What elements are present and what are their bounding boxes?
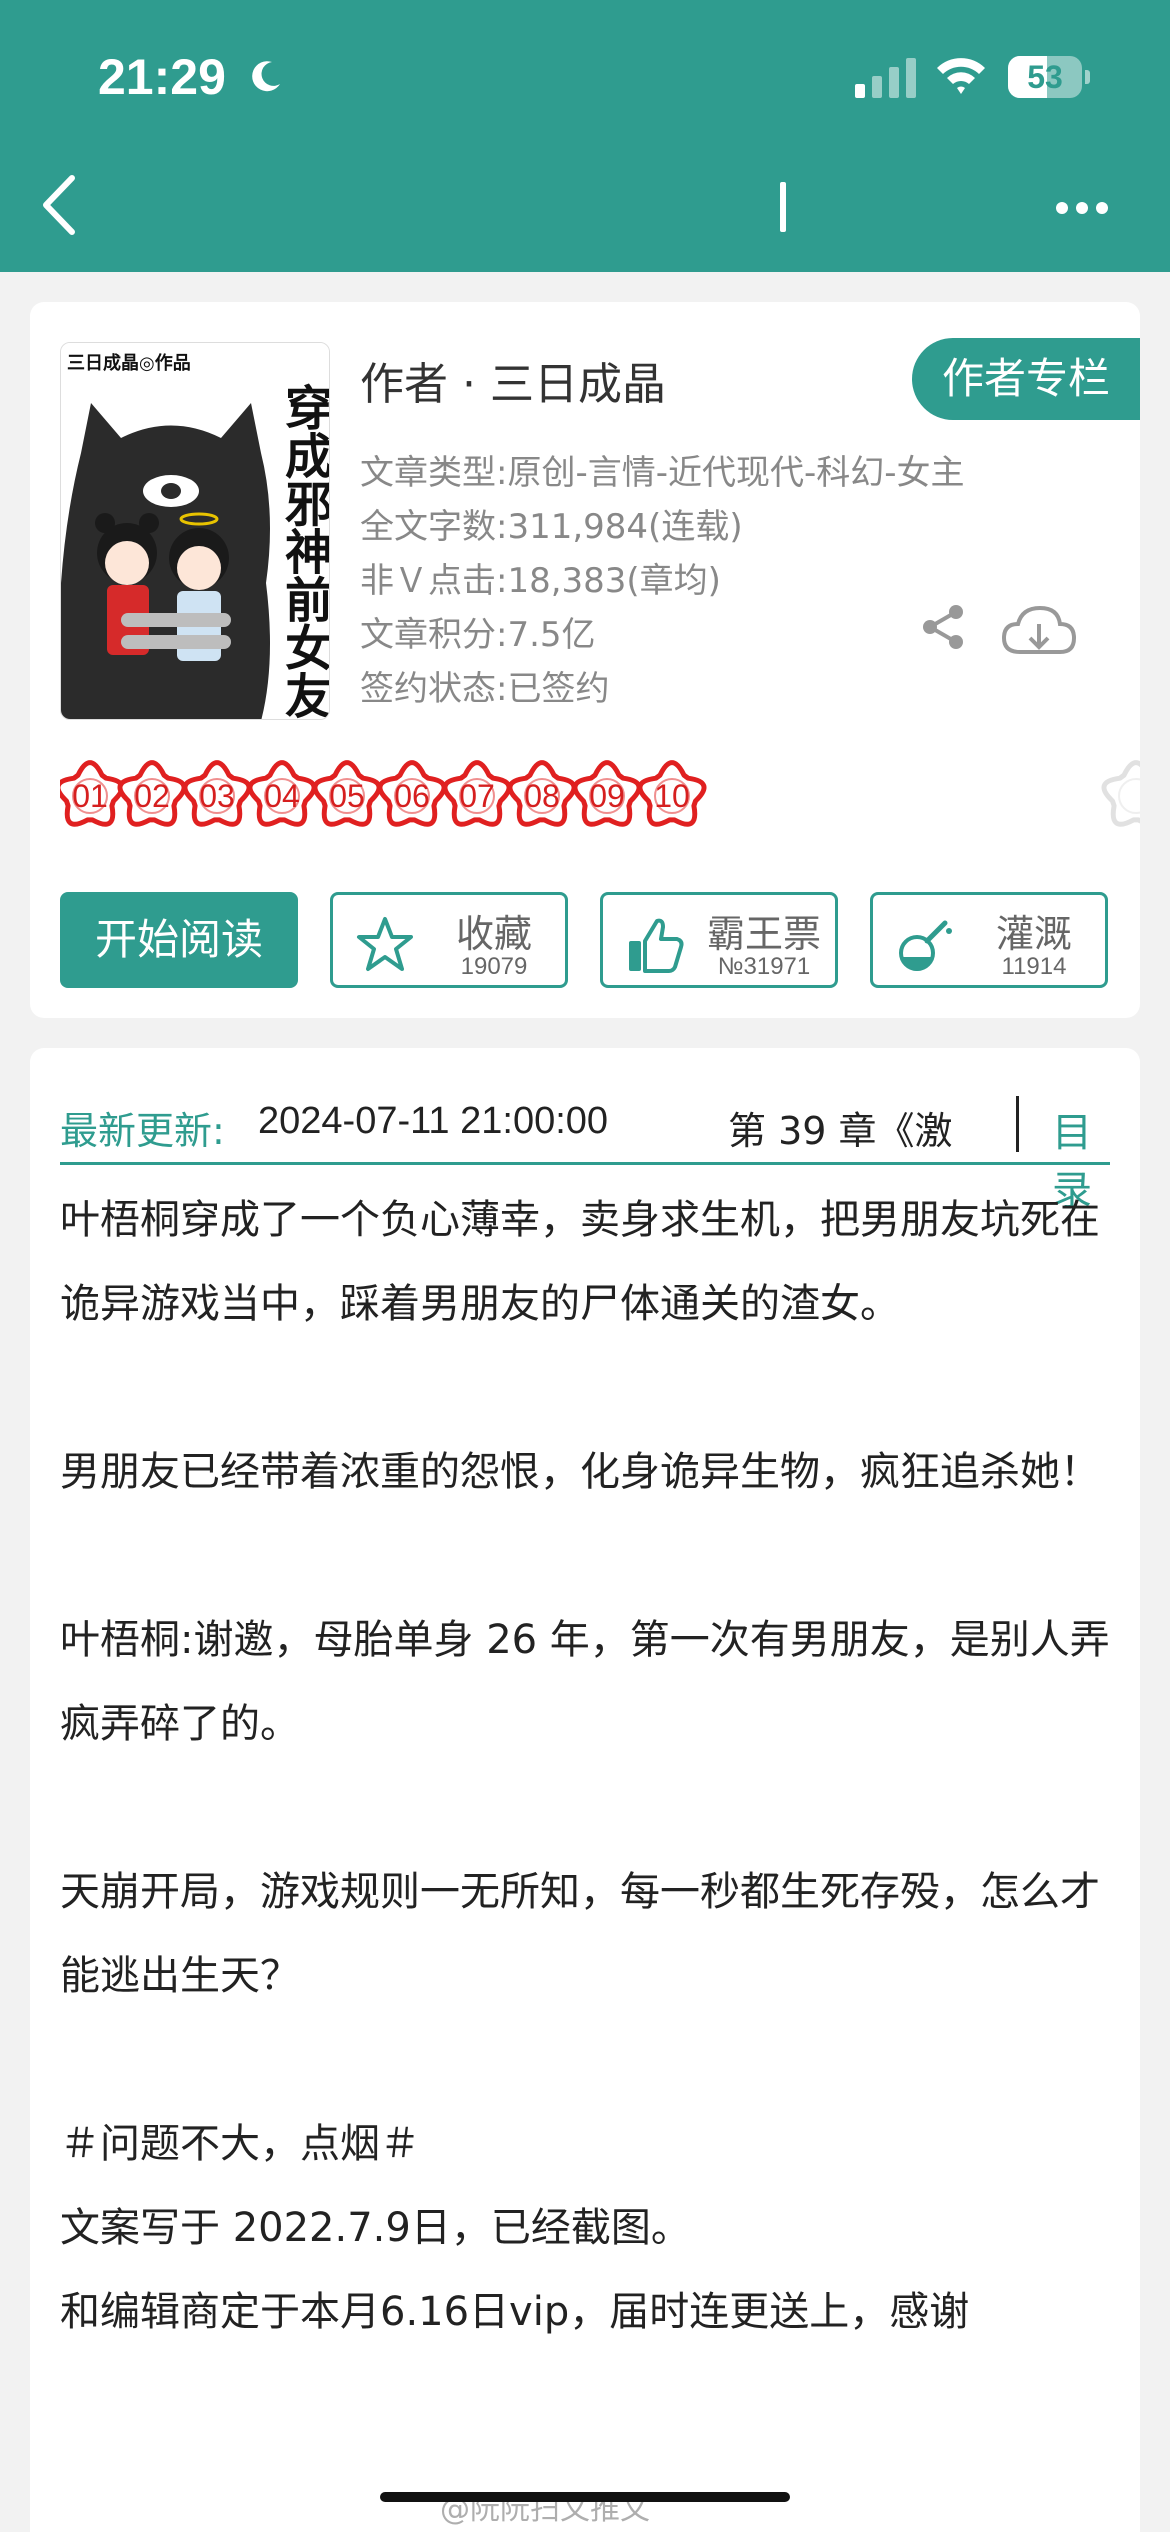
star-icon	[357, 917, 413, 971]
meta-score: 文章积分:7.5亿	[360, 615, 596, 655]
app-header: 21:29 53	[0, 0, 1170, 272]
book-info-card: 三日成晶◎作品 穿成邪神前女友 作者 · 三日成晶 作者专栏 文章类型:原创-言…	[30, 302, 1140, 1018]
synopsis-blank	[60, 1514, 1120, 1598]
author-column-button[interactable]: 作者专栏	[912, 338, 1140, 420]
synopsis-blank	[60, 2018, 1120, 2102]
synopsis-tagline: ＃问题不大，点烟＃	[60, 2121, 420, 2167]
moon-icon	[252, 61, 280, 92]
start-reading-button[interactable]: 开始阅读	[60, 892, 298, 988]
synopsis-blank	[60, 1766, 1120, 1850]
battery-level: 53	[1027, 59, 1063, 95]
latest-update-date: 2024-07-11 21:00:00	[258, 1100, 609, 1142]
wifi-icon	[937, 58, 985, 94]
favorite-label: 收藏	[455, 912, 532, 956]
latest-update-row[interactable]: 最新更新: 2024-07-11 21:00:00 第 39 章《激 目录	[60, 1088, 1110, 1214]
synopsis-paragraph: 文案写于 2022.7.9日，已经截图。	[60, 2205, 691, 2251]
synopsis-card: 最新更新: 2024-07-11 21:00:00 第 39 章《激 目录 叶梧…	[30, 1048, 1140, 2532]
more-dots-icon[interactable]	[1055, 200, 1109, 216]
home-indicator[interactable]	[380, 2492, 790, 2502]
irrigate-count: 11914	[1001, 953, 1067, 980]
overlord-ticket-button[interactable]: 霸王票 №31971	[600, 892, 838, 988]
favorite-count: 19079	[460, 953, 528, 980]
book-meta: 文章类型:原创-言情-近代现代-科幻-女主 全文字数:311,984(连载) 非…	[360, 446, 965, 716]
synopsis-paragraph: 叶梧桐穿成了一个负心薄幸，卖身求生机，把男朋友坑死在诡异游戏当中，踩着男朋友的尸…	[60, 1197, 1100, 1327]
synopsis-paragraph: 叶梧桐:谢邀，母胎单身 26 年，第一次有男朋友，是别人弄疯弄碎了的。	[60, 1617, 1110, 1747]
flower-badge-partial	[1090, 750, 1140, 842]
divider	[1016, 1096, 1019, 1152]
title-cursor	[780, 182, 786, 232]
chevron-left-icon[interactable]	[36, 170, 86, 240]
author-line[interactable]: 作者 · 三日成晶	[360, 348, 666, 412]
cover-author-tag: 三日成晶◎作品	[67, 353, 191, 374]
synopsis-blank	[60, 1346, 1120, 1430]
cellular-signal-icon	[855, 58, 916, 98]
latest-update-label: 最新更新:	[60, 1109, 225, 1153]
synopsis-text: 叶梧桐穿成了一个负心薄幸，卖身求生机，把男朋友坑死在诡异游戏当中，踩着男朋友的尸…	[60, 1178, 1120, 2354]
synopsis-paragraph: 和编辑商定于本月6.16日vip，届时连更送上，感谢	[60, 2289, 970, 2335]
battery-icon: 53	[1008, 56, 1090, 98]
thumbs-up-icon	[629, 918, 684, 973]
flower-ranking-row: 01 02 03 04 05 06 07 08 09 10	[60, 750, 1140, 846]
meta-type: 文章类型:原创-言情-近代现代-科幻-女主	[360, 453, 965, 493]
favorite-button[interactable]: 收藏 19079	[330, 892, 568, 988]
share-icon[interactable]	[918, 602, 968, 652]
synopsis-paragraph: 天崩开局，游戏规则一无所知，每一秒都生死存殁，怎么才能逃出生天？	[60, 1869, 1100, 1999]
overlord-ticket-label: 霸王票	[706, 912, 821, 956]
cloud-download-icon[interactable]	[1000, 602, 1078, 658]
irrigate-label: 灌溉	[995, 912, 1072, 956]
watering-flask-icon	[899, 920, 952, 971]
status-time: 21:29	[98, 49, 226, 105]
synopsis-paragraph: 男朋友已经带着浓重的怨恨，化身诡异生物，疯狂追杀她！	[60, 1449, 1100, 1495]
cover-title: 穿成邪神前女友	[276, 383, 330, 719]
watermark: @阮阮扫文推文	[440, 2492, 650, 2527]
book-cover[interactable]: 三日成晶◎作品 穿成邪神前女友	[60, 342, 330, 720]
latest-chapter-title[interactable]: 第 39 章《激	[728, 1100, 990, 1155]
meta-sign-status: 签约状态:已签约	[360, 669, 610, 709]
meta-word-count: 全文字数:311,984(连载)	[360, 507, 743, 547]
update-underline	[60, 1162, 1110, 1165]
overlord-ticket-count: №31971	[717, 953, 811, 980]
irrigate-button[interactable]: 灌溉 11914	[870, 892, 1108, 988]
meta-clicks: 非Ｖ点击:18,383(章均)	[360, 561, 721, 601]
flower-badge[interactable]: 10	[626, 750, 718, 842]
